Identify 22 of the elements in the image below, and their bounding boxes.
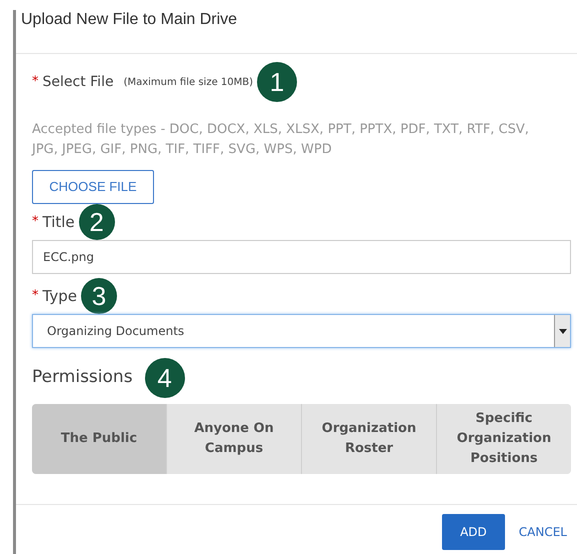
dialog-title: Upload New File to Main Drive: [16, 0, 577, 54]
permission-tab[interactable]: The Public: [32, 404, 166, 474]
title-input[interactable]: ECC.png: [32, 240, 571, 274]
type-select[interactable]: Organizing Documents: [32, 314, 571, 348]
number-badge: 4: [144, 358, 185, 398]
cancel-button[interactable]: CANCEL: [518, 514, 567, 550]
field-label: Type: [42, 286, 77, 307]
dropdown-caret-icon[interactable]: [554, 315, 570, 347]
add-button[interactable]: ADD: [442, 514, 505, 550]
choose-file-button[interactable]: CHOOSE FILE: [32, 170, 154, 204]
size-note: (Maximum file size 10MB): [124, 76, 254, 90]
field-label: Title: [42, 212, 75, 233]
number-badge: 2: [78, 204, 115, 240]
required-mark: *: [32, 73, 38, 92]
accepted-types-text: Accepted file types - DOC, DOCX, XLS, XLSX, PPT, PPTX, PDF, TXT, RTF, CSV, JPG, JPEG, GIF, PNG, TIF, TIFF, SVG, WPS, WPD: [32, 121, 530, 159]
number-badge: 3: [80, 278, 117, 314]
required-mark: *: [32, 213, 38, 232]
number-badge: 1: [257, 62, 298, 102]
section-heading: Permissions: [32, 366, 133, 390]
required-mark: *: [32, 287, 38, 306]
field-label: Select File: [42, 72, 114, 92]
permission-tab[interactable]: Specific Organization Positions: [436, 404, 571, 474]
